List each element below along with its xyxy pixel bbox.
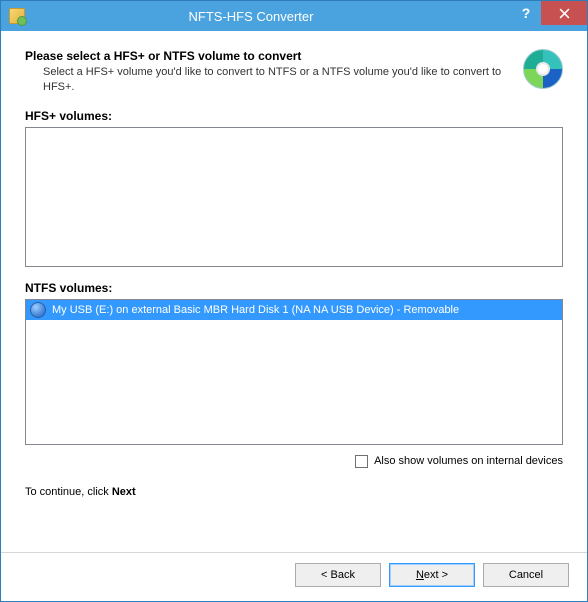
show-internal-checkbox[interactable]	[355, 455, 368, 468]
app-icon	[9, 8, 25, 24]
ntfs-volumes-list[interactable]: My USB (E:) on external Basic MBR Hard D…	[25, 299, 563, 445]
hfs-section-label: HFS+ volumes:	[25, 109, 563, 123]
close-icon	[559, 8, 570, 19]
close-button[interactable]	[541, 1, 587, 25]
show-internal-row: Also show volumes on internal devices	[25, 455, 563, 468]
continue-hint-prefix: To continue, click	[25, 486, 112, 498]
window-title: NFTS-HFS Converter	[0, 9, 511, 24]
header-text: Please select a HFS+ or NTFS volume to c…	[25, 49, 513, 95]
app-window: NFTS-HFS Converter ? Please select a HFS…	[0, 0, 588, 602]
titlebar: NFTS-HFS Converter ?	[1, 1, 587, 31]
wizard-footer: < Back Next > Cancel	[1, 552, 587, 601]
help-button[interactable]: ?	[511, 1, 541, 25]
back-button[interactable]: < Back	[295, 563, 381, 587]
next-button-mnemonic: N	[416, 569, 424, 581]
continue-hint: To continue, click Next	[25, 486, 563, 498]
volume-icon	[30, 302, 46, 318]
cancel-button-label: Cancel	[509, 569, 543, 581]
list-item[interactable]: My USB (E:) on external Basic MBR Hard D…	[26, 300, 562, 320]
cancel-button[interactable]: Cancel	[483, 563, 569, 587]
next-button-rest: ext >	[424, 569, 448, 581]
page-title: Please select a HFS+ or NTFS volume to c…	[25, 49, 513, 63]
volume-label: My USB (E:) on external Basic MBR Hard D…	[52, 304, 459, 316]
back-button-label: < Back	[321, 569, 355, 581]
window-controls: ?	[511, 1, 587, 31]
show-internal-label[interactable]: Also show volumes on internal devices	[374, 455, 563, 467]
disc-icon	[523, 49, 563, 89]
next-button[interactable]: Next >	[389, 563, 475, 587]
hfs-volumes-list[interactable]	[25, 127, 563, 267]
ntfs-section-label: NTFS volumes:	[25, 281, 563, 295]
page-subtitle: Select a HFS+ volume you'd like to conve…	[43, 65, 513, 95]
wizard-content: Please select a HFS+ or NTFS volume to c…	[1, 31, 587, 552]
continue-hint-bold: Next	[112, 486, 136, 498]
wizard-header: Please select a HFS+ or NTFS volume to c…	[25, 49, 563, 95]
